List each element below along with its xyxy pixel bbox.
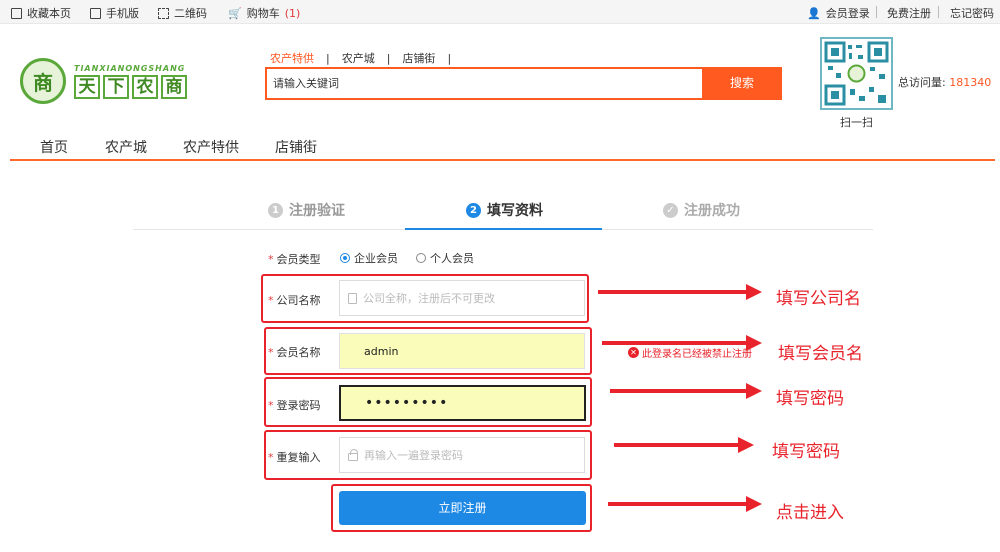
qrcode-icon — [158, 7, 169, 19]
user-icon: 👤 — [807, 6, 821, 20]
repeat-password-placeholder: 再输入一遍登录密码 — [364, 449, 463, 462]
step-number-icon: 2 — [466, 202, 481, 218]
annotation-text: 填写会员名 — [778, 344, 863, 364]
member-type-radio-group: 企业会员 个人会员 — [340, 250, 474, 266]
radio-checked-icon — [340, 253, 350, 263]
password-input[interactable]: ••••••••• — [339, 385, 586, 421]
member-name-value: admin — [364, 344, 399, 358]
site-logo[interactable]: 商 TIANXIANONGSHANG 天 下 农 商 — [20, 58, 187, 108]
annotation-text: 点击进入 — [776, 503, 844, 523]
mobile-link[interactable]: 手机版 — [90, 5, 139, 21]
top-bar: 收藏本页 手机版 二维码 🛒 购物车 (1) 👤 会员登录 免费注册 忘记密码 — [0, 0, 1000, 24]
step-label: 注册成功 — [684, 203, 740, 219]
visit-label: 总访问量: — [898, 76, 946, 89]
cart-link[interactable]: 🛒 购物车 (1) — [228, 5, 300, 21]
search-tab-shops[interactable]: 店铺街 — [402, 50, 435, 66]
mobile-icon — [90, 7, 101, 19]
logo-chinese-text: 天 下 农 商 — [74, 75, 187, 99]
radio-unchecked-icon — [416, 253, 426, 263]
nav-item-shops[interactable]: 店铺街 — [275, 137, 317, 157]
logo-char: 下 — [103, 75, 129, 99]
register-label: 免费注册 — [887, 7, 931, 20]
step-number-icon: 1 — [268, 202, 283, 218]
register-link[interactable]: 免费注册 — [887, 5, 931, 21]
company-name-placeholder: 公司全称，注册后不可更改 — [363, 292, 495, 305]
cart-label: 购物车 — [246, 7, 280, 20]
company-name-input[interactable]: 公司全称，注册后不可更改 — [339, 280, 585, 316]
step-verify: 1 注册验证 — [268, 200, 345, 220]
logo-seal-icon: 商 — [20, 58, 66, 104]
logo-char: 天 — [74, 75, 100, 99]
step-fill-info: 2 填写资料 — [466, 200, 543, 220]
search-tab-specialty[interactable]: 农产特供 — [270, 50, 314, 66]
divider — [876, 6, 877, 18]
step-success: ✓ 注册成功 — [663, 200, 740, 220]
qr-label: 扫一扫 — [840, 116, 873, 129]
login-link[interactable]: 👤 会员登录 — [807, 5, 870, 21]
member-name-label: * 会员名称 — [268, 346, 321, 359]
register-submit-button[interactable]: 立即注册 — [339, 491, 586, 525]
member-name-input[interactable]: admin — [339, 333, 585, 369]
search-button[interactable]: 搜索 — [702, 67, 782, 100]
lock-icon — [348, 448, 358, 461]
document-icon — [348, 292, 357, 304]
qrcode-link[interactable]: 二维码 — [158, 5, 207, 21]
cart-count: (1) — [284, 6, 301, 20]
annotation-text: 填写公司名 — [776, 289, 861, 309]
visit-counter: 总访问量: 181340 — [898, 74, 991, 90]
nav-item-market[interactable]: 农产城 — [105, 137, 147, 157]
arrow-icon — [614, 437, 754, 453]
member-name-error: ✕ 此登录名已经被禁止注册 — [628, 345, 752, 360]
search-tabs: 农产特供 | 农产城 | 店铺街 | — [270, 50, 452, 66]
member-type-label: * 会员类型 — [268, 253, 321, 266]
bookmark-label: 收藏本页 — [27, 7, 71, 20]
password-label: * 登录密码 — [268, 399, 321, 412]
nav-item-home[interactable]: 首页 — [40, 137, 68, 157]
step-label: 填写资料 — [487, 203, 543, 219]
step-label: 注册验证 — [289, 203, 345, 219]
arrow-icon — [610, 383, 762, 399]
main-nav: 首页 农产城 农产特供 店铺街 — [10, 132, 995, 161]
repeat-password-label: * 重复输入 — [268, 451, 321, 464]
logo-char: 农 — [132, 75, 158, 99]
error-icon: ✕ — [628, 347, 639, 358]
company-name-label: * 公司名称 — [268, 294, 321, 307]
active-step-underline — [405, 228, 602, 230]
search-tab-market[interactable]: 农产城 — [342, 50, 375, 66]
radio-label: 企业会员 — [354, 252, 398, 265]
arrow-icon — [602, 335, 762, 351]
radio-personal[interactable]: 个人会员 — [416, 250, 474, 266]
annotation-text: 填写密码 — [776, 389, 844, 409]
forgot-label: 忘记密码 — [950, 7, 994, 20]
logo-english-text: TIANXIANONGSHANG — [74, 64, 186, 73]
nav-item-specialty[interactable]: 农产特供 — [183, 137, 239, 157]
radio-enterprise[interactable]: 企业会员 — [340, 250, 398, 266]
qrcode-label: 二维码 — [174, 7, 207, 20]
login-label: 会员登录 — [825, 7, 870, 20]
repeat-password-input[interactable]: 再输入一遍登录密码 — [339, 437, 585, 473]
forgot-password-link[interactable]: 忘记密码 — [950, 5, 994, 21]
search-input[interactable]: 请输入关键词 — [265, 67, 703, 100]
password-value: ••••••••• — [365, 395, 449, 411]
cart-icon: 🛒 — [228, 6, 242, 20]
mobile-label: 手机版 — [106, 7, 139, 20]
bookmark-icon — [11, 7, 22, 19]
divider — [938, 6, 939, 18]
arrow-icon — [598, 284, 762, 300]
logo-char: 商 — [161, 75, 187, 99]
visit-count: 181340 — [949, 76, 992, 89]
annotation-text: 填写密码 — [772, 442, 840, 462]
bookmark-link[interactable]: 收藏本页 — [11, 5, 71, 21]
arrow-icon — [608, 496, 762, 512]
error-text: 此登录名已经被禁止注册 — [642, 349, 752, 360]
qr-code-image — [820, 37, 893, 110]
check-icon: ✓ — [663, 202, 678, 218]
radio-label: 个人会员 — [430, 252, 474, 265]
